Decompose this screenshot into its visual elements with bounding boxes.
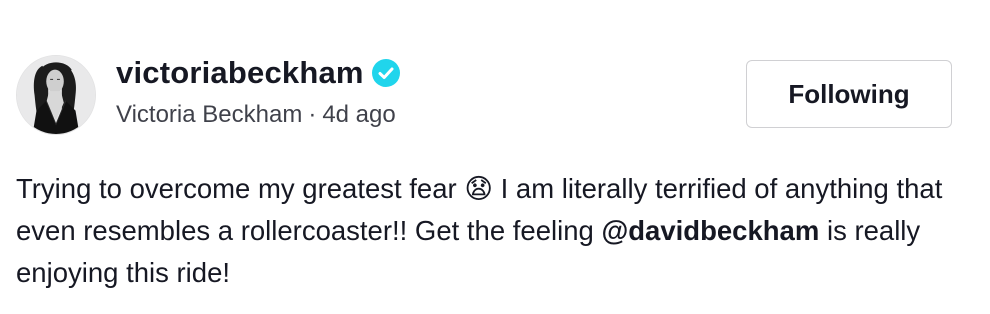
- username[interactable]: victoriabeckham: [116, 55, 364, 91]
- mention-link[interactable]: @davidbeckham: [601, 215, 819, 246]
- caption-text-start: Trying to overcome my greatest fear: [16, 173, 465, 204]
- username-row: victoriabeckham: [116, 53, 400, 93]
- post-caption: Trying to overcome my greatest fear 😧 I …: [16, 168, 956, 294]
- post-time: 4d ago: [322, 101, 396, 128]
- anguished-face-emoji: 😧: [464, 173, 493, 204]
- following-button[interactable]: Following: [746, 60, 952, 128]
- author-subline: Victoria Beckham · 4d ago: [116, 101, 396, 129]
- avatar[interactable]: [16, 55, 96, 135]
- avatar-photo-icon: [17, 56, 95, 134]
- display-name: Victoria Beckham: [116, 101, 303, 128]
- separator-dot: ·: [308, 101, 317, 128]
- verified-badge-icon: [371, 59, 400, 87]
- post-header: victoriabeckham Victoria Beckham · 4d ago …: [0, 0, 990, 314]
